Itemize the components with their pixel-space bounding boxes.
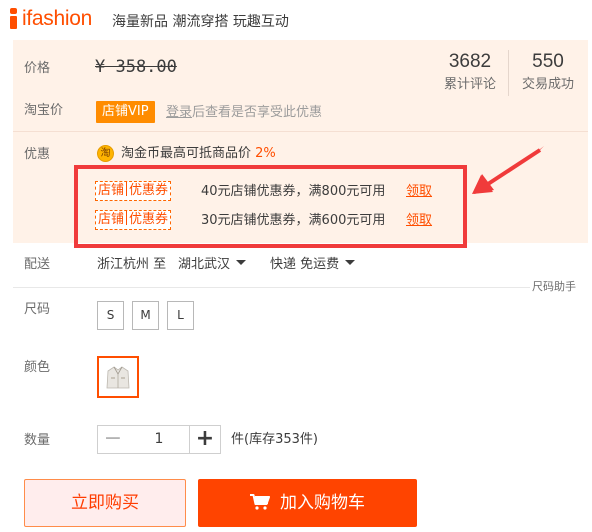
size-option-m[interactable]: M — [132, 301, 159, 330]
taobao-price-label: 淘宝价 — [24, 103, 64, 118]
size-helper-link[interactable]: 尺码助手 — [532, 280, 576, 294]
cart-icon — [250, 494, 270, 510]
brand-logo[interactable]: ifashion — [22, 7, 92, 31]
add-to-cart-label: 加入购物车 — [280, 493, 365, 513]
quantity-decrease-button[interactable]: − — [97, 425, 129, 454]
delivery-destination-select[interactable]: 湖北武汉 — [178, 256, 247, 274]
brand-slogan: 海量新品 潮流穿搭 玩趣互动 — [112, 14, 289, 30]
reviews-label[interactable]: 累计评论 — [436, 77, 504, 93]
delivery-from: 浙江杭州 至 — [97, 257, 167, 272]
original-price: ¥ 358.00 — [95, 57, 177, 77]
coin-promo-percent: 2% — [255, 146, 276, 161]
panel-divider — [13, 131, 588, 132]
shipping-method-select[interactable]: 快递 免运费 — [270, 256, 356, 274]
quantity-input[interactable]: 1 — [128, 425, 190, 454]
divider — [13, 287, 530, 288]
delivery-label: 配送 — [24, 257, 51, 272]
coin-promo-text: 淘金币最高可抵商品价 2% — [121, 145, 276, 163]
deals-label: 交易成功 — [521, 77, 574, 92]
price-label: 价格 — [24, 61, 51, 76]
chevron-down-icon — [236, 260, 247, 265]
reviews-count[interactable]: 3682 — [440, 51, 500, 73]
chevron-down-icon — [345, 260, 356, 265]
size-option-l[interactable]: L — [167, 301, 194, 330]
color-swatch[interactable] — [97, 356, 139, 398]
login-link[interactable]: 登录 — [166, 105, 192, 120]
taojinbi-coin-icon: 淘 — [97, 145, 114, 162]
size-option-s[interactable]: S — [97, 301, 124, 330]
stats-divider — [508, 50, 509, 96]
pointer-arrow-icon — [472, 146, 544, 194]
shop-vip-badge: 店铺VIP — [96, 101, 155, 123]
buy-now-button[interactable]: 立即购买 — [24, 479, 186, 527]
color-label: 颜色 — [24, 360, 51, 375]
size-label: 尺码 — [24, 302, 51, 317]
delivery-destination: 湖北武汉 — [178, 257, 231, 272]
vip-tip: 登录后查看是否享受此优惠 — [166, 104, 322, 122]
quantity-increase-button[interactable]: + — [189, 425, 221, 454]
quantity-label: 数量 — [24, 433, 51, 448]
promo-label: 优惠 — [24, 147, 51, 162]
logo-i-mark — [7, 7, 21, 29]
add-to-cart-button[interactable]: 加入购物车 — [198, 479, 417, 527]
deals-count: 550 — [532, 51, 564, 72]
highlight-box — [74, 165, 467, 248]
vip-tip-text: 后查看是否享受此优惠 — [192, 105, 323, 120]
jacket-thumbnail-icon — [106, 366, 130, 389]
shipping-method: 快递 免运费 — [270, 257, 340, 272]
coin-promo-desc: 淘金币最高可抵商品价 — [121, 146, 252, 161]
stock-info: 件(库存353件) — [231, 432, 318, 447]
